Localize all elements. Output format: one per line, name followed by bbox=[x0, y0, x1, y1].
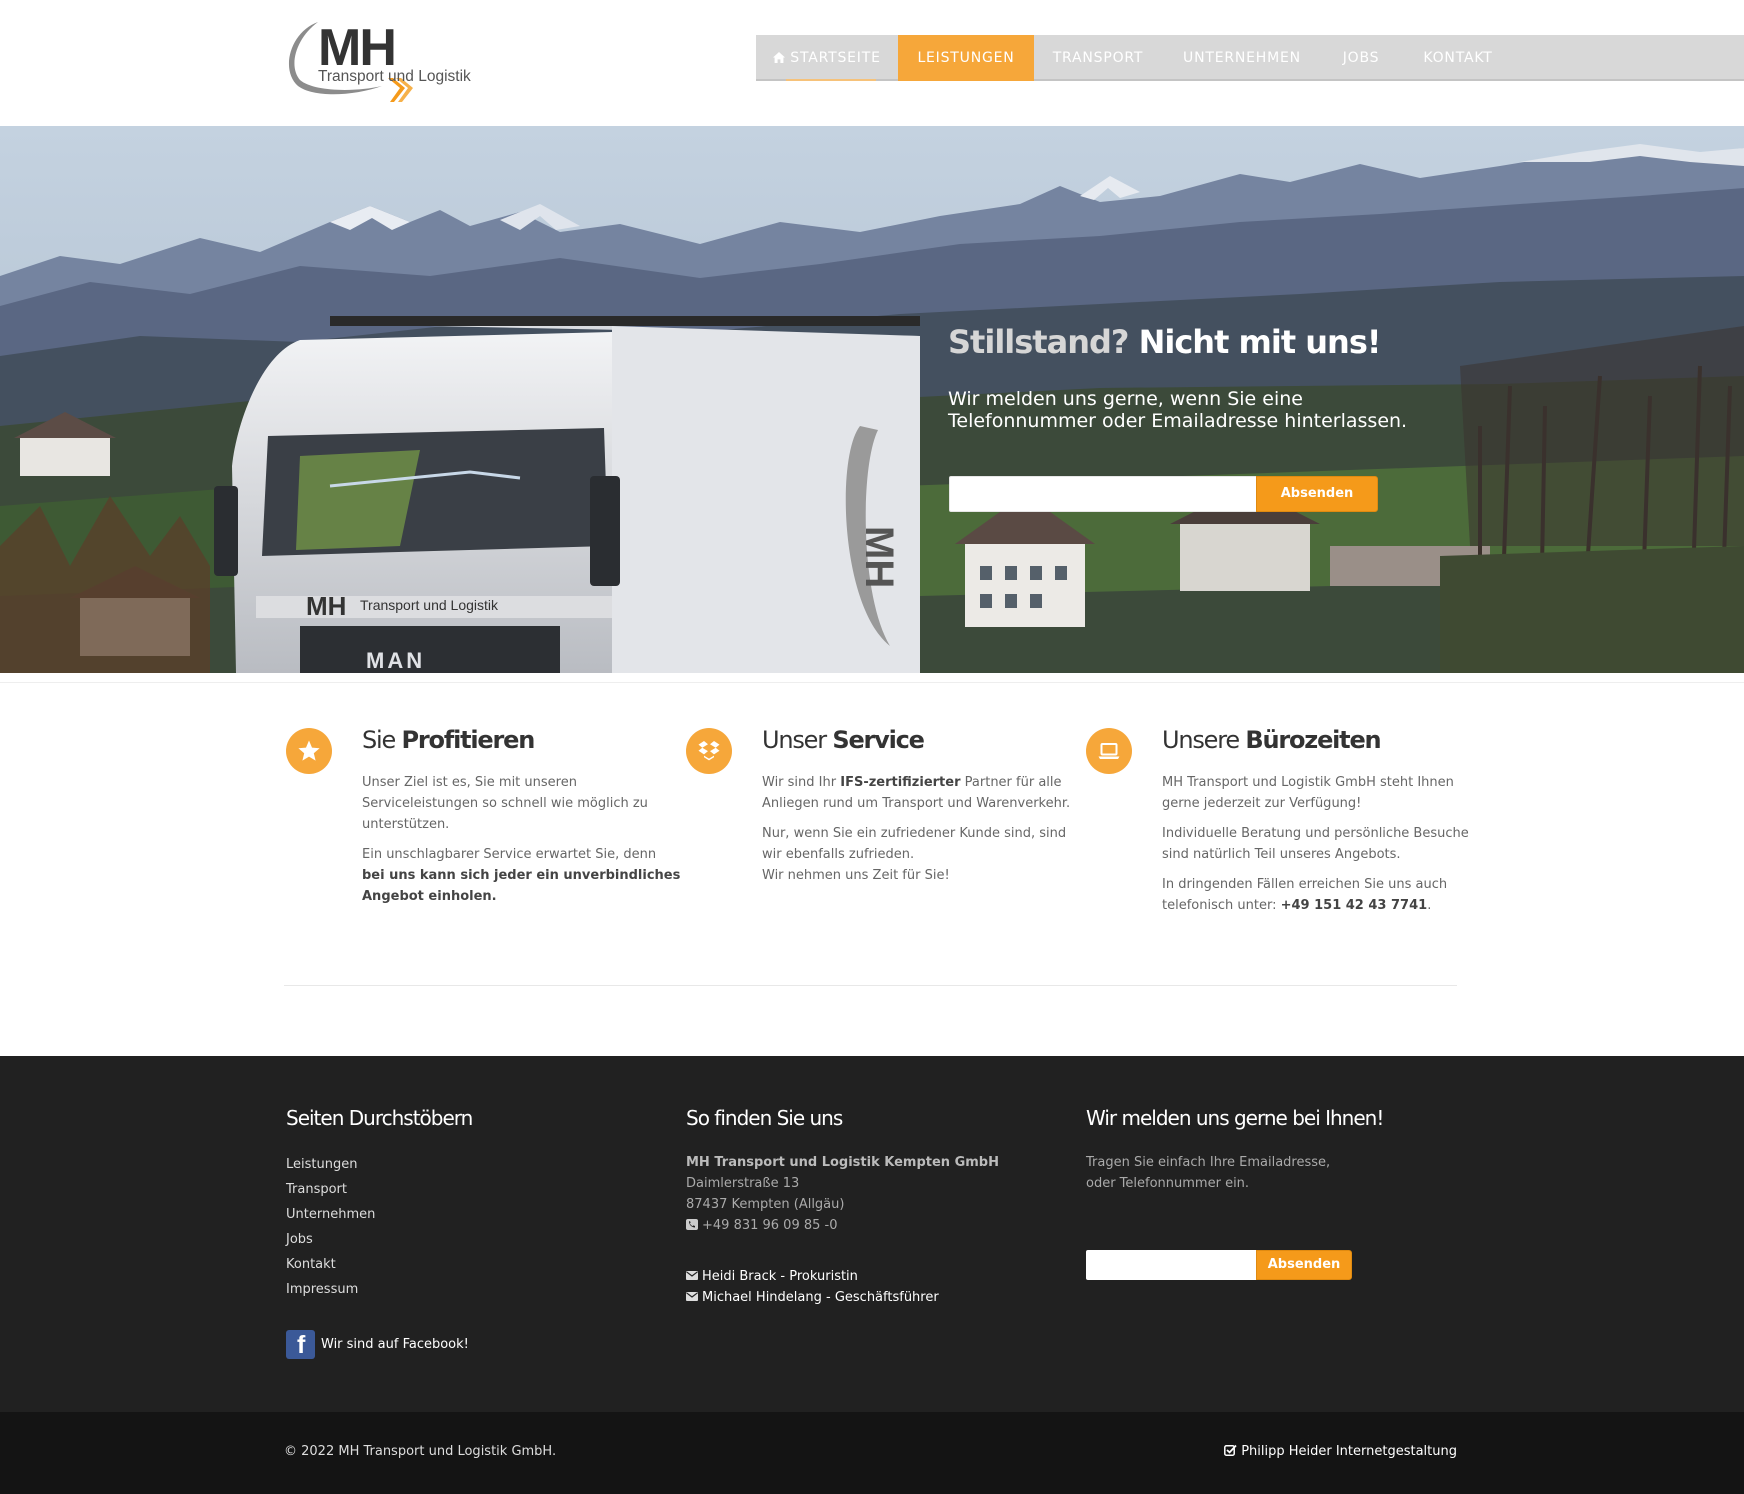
hero-headline-answer: Nicht mit uns! bbox=[1138, 323, 1382, 361]
phone-icon bbox=[686, 1219, 698, 1230]
bottom-bar: © 2022 MH Transport und Logistik GmbH. P… bbox=[0, 1412, 1744, 1494]
newsletter-text: Tragen Sie einfach Ihre Emailadresse, od… bbox=[1086, 1155, 1331, 1191]
feature-paragraph: Ein unschlagbarer Service erwartet Sie, … bbox=[362, 844, 682, 907]
feature-paragraph: Wir nehmen uns Zeit für Sie! bbox=[762, 868, 950, 883]
footer-link-jobs[interactable]: Jobs bbox=[286, 1227, 646, 1252]
footer-newsletter: Wir melden uns gerne bei Ihnen! Tragen S… bbox=[1086, 1104, 1466, 1304]
contact-persons: Heidi Brack - Prokuristin Michael Hindel… bbox=[686, 1266, 1066, 1308]
footer-heading: So finden Sie uns bbox=[686, 1106, 843, 1130]
laptop-icon bbox=[1098, 743, 1120, 759]
feature-title: Unsere Bürozeiten bbox=[1162, 722, 1382, 758]
checkbox-icon bbox=[1224, 1444, 1237, 1456]
trailer-logo-text: MH bbox=[857, 526, 901, 588]
nav-item-startseite[interactable]: STARTSEITE bbox=[756, 35, 898, 81]
truck-brand-badge: MAN bbox=[366, 648, 425, 673]
hero-headline: Stillstand? Nicht mit uns! bbox=[948, 323, 1382, 361]
site-header: MH Transport und Logistik STARTSEITE LEI… bbox=[0, 0, 1744, 126]
hero-contact-input[interactable] bbox=[949, 476, 1257, 512]
feature-body: Wir sind Ihr IFS-zertifizierter Partner … bbox=[762, 772, 1082, 895]
feature-text: . bbox=[1427, 898, 1432, 913]
nav-item-jobs[interactable]: JOBS bbox=[1322, 35, 1400, 81]
feature-paragraph: MH Transport und Logistik GmbH steht Ihn… bbox=[1162, 775, 1454, 811]
address-block: MH Transport und Logistik Kempten GmbH D… bbox=[686, 1152, 1066, 1236]
feature-title-bold: Bürozeiten bbox=[1245, 726, 1381, 754]
nav-item-kontakt[interactable]: KONTAKT bbox=[1400, 35, 1516, 81]
street: Daimlerstraße 13 bbox=[686, 1176, 800, 1191]
footer-sitemap: Seiten Durchstöbern Leistungen Transport… bbox=[286, 1104, 646, 1374]
phone-number: +49 831 96 09 85 -0 bbox=[702, 1218, 838, 1233]
home-icon bbox=[773, 52, 786, 63]
footer-link-kontakt[interactable]: Kontakt bbox=[286, 1252, 646, 1277]
copyright: © 2022 MH Transport und Logistik GmbH. bbox=[284, 1444, 557, 1459]
footer-heading: Seiten Durchstöbern bbox=[286, 1106, 473, 1130]
facebook-icon[interactable]: f bbox=[286, 1330, 315, 1359]
hero-subline: Wir melden uns gerne, wenn Sie eine Tele… bbox=[948, 388, 1408, 432]
footer-link-transport[interactable]: Transport bbox=[286, 1177, 646, 1202]
envelope-icon bbox=[686, 1271, 698, 1280]
nav-hover-indicator bbox=[786, 79, 876, 81]
footer-link-unternehmen[interactable]: Unternehmen bbox=[286, 1202, 646, 1227]
content-divider bbox=[284, 985, 1457, 986]
footer-heading: Wir melden uns gerne bei Ihnen! bbox=[1086, 1106, 1384, 1130]
contact-label[interactable]: Heidi Brack - Prokuristin bbox=[702, 1269, 858, 1284]
feature-body: Unser Ziel ist es, Sie mit unseren Servi… bbox=[362, 772, 682, 916]
credit-label[interactable]: Philipp Heider Internetgestaltung bbox=[1241, 1444, 1457, 1459]
hero-submit-button[interactable]: Absenden bbox=[1256, 476, 1378, 512]
section-divider bbox=[0, 682, 1744, 683]
facebook-link[interactable]: f Wir sind auf Facebook! bbox=[286, 1330, 469, 1360]
feature-title: Sie Profitieren bbox=[362, 722, 536, 758]
company-name: MH Transport und Logistik Kempten GmbH bbox=[686, 1155, 999, 1170]
feature-paragraph: Nur, wenn Sie ein zufriedener Kunde sind… bbox=[762, 826, 1067, 862]
feature-title-light: Sie bbox=[362, 726, 396, 754]
feature-text: Ein unschlagbarer Service erwartet Sie, … bbox=[362, 847, 657, 862]
hero-banner: MH MH Transport und Logistik MAN Stillst… bbox=[0, 126, 1744, 673]
nav-item-leistungen[interactable]: LEISTUNGEN bbox=[898, 35, 1034, 81]
footer-link-list: Leistungen Transport Unternehmen Jobs Ko… bbox=[286, 1152, 646, 1302]
designer-credit-link[interactable]: Philipp Heider Internetgestaltung bbox=[1224, 1444, 1457, 1459]
footer-submit-button[interactable]: Absenden bbox=[1256, 1250, 1352, 1280]
contact-heidi-brack[interactable]: Heidi Brack - Prokuristin bbox=[686, 1266, 1066, 1287]
logo-tagline: Transport und Logistik bbox=[318, 68, 471, 85]
footer-address: So finden Sie uns MH Transport und Logis… bbox=[686, 1104, 1066, 1308]
truck-cab-logo: MH bbox=[306, 591, 346, 621]
nav-item-transport[interactable]: TRANSPORT bbox=[1034, 35, 1162, 81]
envelope-icon bbox=[686, 1292, 698, 1301]
nav-label: STARTSEITE bbox=[790, 50, 881, 66]
feature-title-bold: Profitieren bbox=[401, 726, 536, 754]
feature-emphasis: IFS-zertifizierter bbox=[840, 775, 961, 790]
feature-paragraph: Individuelle Beratung und persönliche Be… bbox=[1162, 826, 1469, 862]
site-footer: Seiten Durchstöbern Leistungen Transport… bbox=[0, 1056, 1744, 1412]
main-nav: STARTSEITE LEISTUNGEN TRANSPORT UNTERNEH… bbox=[756, 35, 1744, 81]
feature-icon-badge bbox=[286, 728, 332, 774]
hero-headline-question: Stillstand? bbox=[948, 323, 1129, 361]
feature-icon-badge bbox=[1086, 728, 1132, 774]
feature-body: MH Transport und Logistik GmbH steht Ihn… bbox=[1162, 772, 1482, 925]
logo-wordmark: MH bbox=[318, 19, 397, 77]
contact-label[interactable]: Michael Hindelang - Geschäftsführer bbox=[702, 1290, 939, 1305]
hero-background-image: MH MH Transport und Logistik MAN bbox=[0, 126, 1744, 673]
feature-title: Unser Service bbox=[762, 722, 925, 758]
contact-michael-hindelang[interactable]: Michael Hindelang - Geschäftsführer bbox=[686, 1287, 1066, 1308]
footer-contact-input[interactable] bbox=[1086, 1250, 1256, 1280]
feature-title-light: Unsere bbox=[1162, 726, 1240, 754]
dropbox-icon bbox=[698, 741, 720, 761]
footer-link-impressum[interactable]: Impressum bbox=[286, 1277, 646, 1302]
site-logo[interactable]: MH Transport und Logistik bbox=[284, 18, 484, 110]
phone-number[interactable]: +49 151 42 43 7741 bbox=[1281, 898, 1428, 913]
feature-paragraph: In dringenden Fällen erreichen Sie uns a… bbox=[1162, 874, 1482, 916]
feature-paragraph: Wir sind Ihr IFS-zertifizierter Partner … bbox=[762, 772, 1082, 814]
star-icon bbox=[298, 740, 320, 761]
feature-title-light: Unser bbox=[762, 726, 827, 754]
city: 87437 Kempten (Allgäu) bbox=[686, 1197, 845, 1212]
feature-paragraph: Unser Ziel ist es, Sie mit unseren Servi… bbox=[362, 775, 648, 832]
truck-cab-tagline: Transport und Logistik bbox=[360, 597, 499, 613]
feature-emphasis: bei uns kann sich jeder ein unverbindlic… bbox=[362, 868, 681, 904]
nav-item-unternehmen[interactable]: UNTERNEHMEN bbox=[1162, 35, 1322, 81]
feature-text: Wir sind Ihr bbox=[762, 775, 837, 790]
facebook-label[interactable]: Wir sind auf Facebook! bbox=[321, 1337, 469, 1352]
phone-line: +49 831 96 09 85 -0 bbox=[686, 1215, 1066, 1236]
feature-icon-badge bbox=[686, 728, 732, 774]
footer-link-leistungen[interactable]: Leistungen bbox=[286, 1152, 646, 1177]
feature-title-bold: Service bbox=[832, 726, 925, 754]
